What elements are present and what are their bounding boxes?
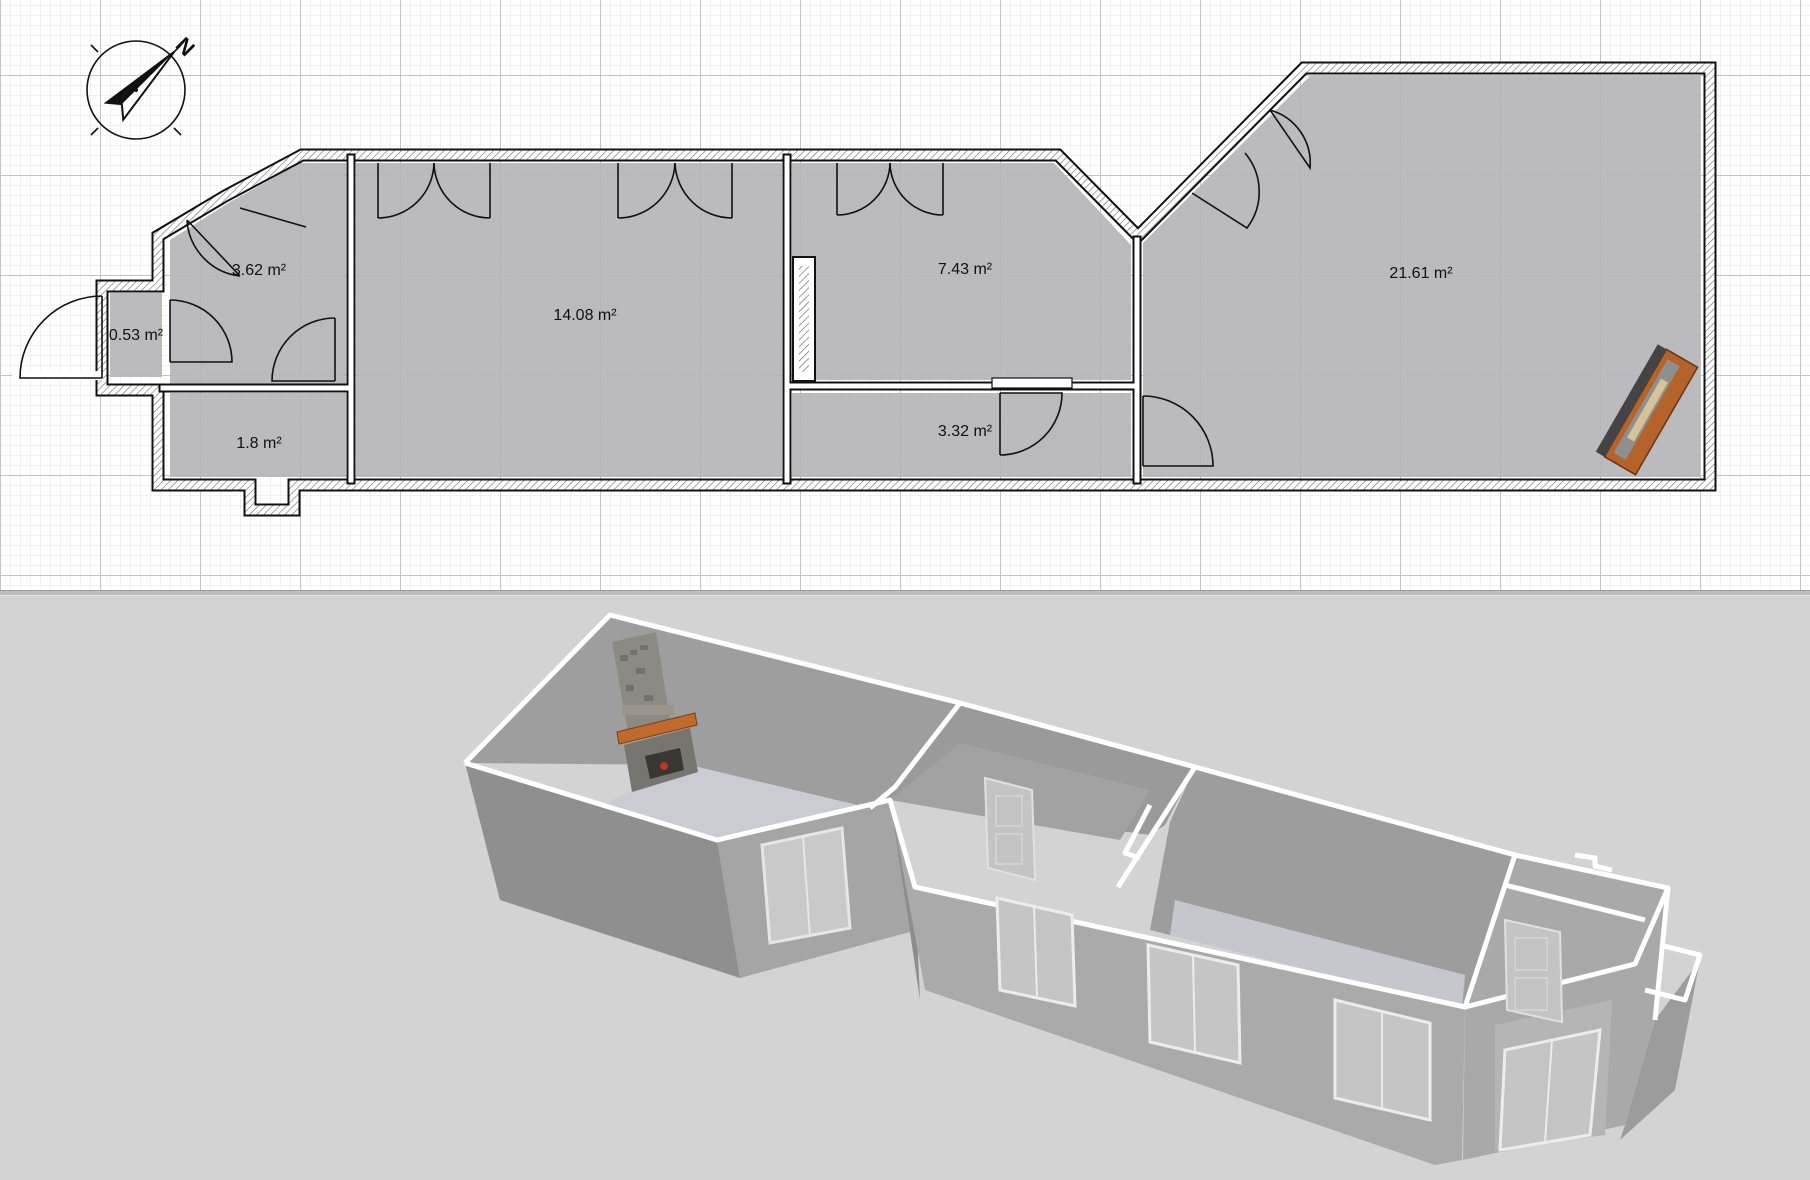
3d-door-right xyxy=(1503,918,1564,1024)
room-area-wc: 1.8 m² xyxy=(236,435,282,452)
room-area-porch: 0.53 m² xyxy=(109,327,164,344)
3d-window-left xyxy=(760,826,852,945)
3d-model-canvas[interactable] xyxy=(0,596,1810,1180)
room-area-bedroom: 7.43 m² xyxy=(938,261,993,278)
room-area-living: 14.08 m² xyxy=(553,307,617,324)
room-area-entry: 3.62 m² xyxy=(232,262,287,279)
floor-plan-canvas[interactable]: 3.62 m² 0.53 m² 1.8 m² 14.08 m² 7.43 m² … xyxy=(0,0,1810,590)
3d-door-middle xyxy=(983,776,1037,882)
room-area-bath: 3.32 m² xyxy=(938,423,993,440)
room-area-main-room: 21.61 m² xyxy=(1389,265,1453,282)
3d-view[interactable] xyxy=(0,596,1810,1180)
plan-view[interactable]: 3.62 m² 0.53 m² 1.8 m² 14.08 m² 7.43 m² … xyxy=(0,0,1810,590)
